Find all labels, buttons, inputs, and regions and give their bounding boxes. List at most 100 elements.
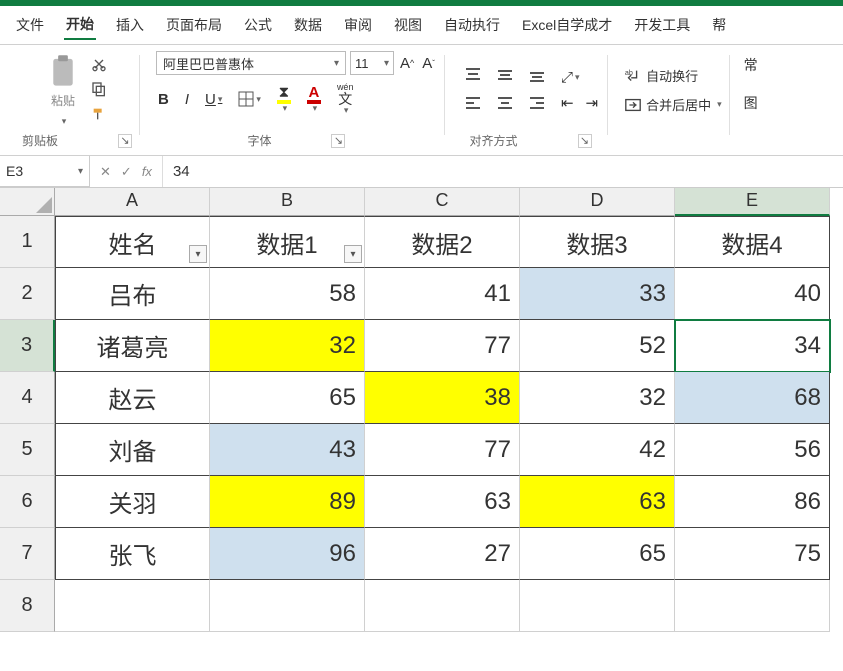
cell-empty[interactable]: [55, 580, 210, 632]
cell-name[interactable]: 关羽: [55, 476, 210, 528]
number-format-partial[interactable]: 常: [744, 55, 758, 75]
align-center-icon[interactable]: [493, 92, 517, 114]
cell-data[interactable]: 42: [520, 424, 675, 476]
copy-icon[interactable]: [90, 81, 108, 100]
cell-data[interactable]: 38: [365, 372, 520, 424]
col-header-E[interactable]: E: [675, 188, 830, 216]
menu-item-5[interactable]: 数据: [292, 11, 324, 39]
menu-item-7[interactable]: 视图: [392, 11, 424, 39]
menu-item-1[interactable]: 开始: [64, 10, 96, 40]
format-painter-icon[interactable]: [90, 106, 108, 125]
italic-button[interactable]: I: [183, 91, 191, 108]
header-cell[interactable]: 数据1▾: [210, 216, 365, 268]
cell-data[interactable]: 32: [520, 372, 675, 424]
orientation-button[interactable]: ⤢: [559, 69, 600, 86]
row-header-3[interactable]: 3: [0, 320, 55, 372]
header-cell[interactable]: 数据2: [365, 216, 520, 268]
formula-input[interactable]: 34: [163, 156, 843, 187]
cell-data[interactable]: 56: [675, 424, 830, 476]
fx-icon[interactable]: fx: [142, 164, 152, 179]
cell-data[interactable]: 89: [210, 476, 365, 528]
header-cell[interactable]: 姓名▾: [55, 216, 210, 268]
cell-data[interactable]: 77: [365, 424, 520, 476]
align-middle-icon[interactable]: [493, 64, 517, 86]
font-size-select[interactable]: 11▾: [350, 51, 394, 75]
cell-empty[interactable]: [675, 580, 830, 632]
cell-data[interactable]: 33: [520, 268, 675, 320]
alignment-launcher-icon[interactable]: ↘: [578, 134, 592, 148]
row-header-8[interactable]: 8: [0, 580, 55, 632]
menu-item-3[interactable]: 页面布局: [164, 11, 224, 39]
cell-name[interactable]: 诸葛亮: [55, 320, 210, 372]
menu-item-4[interactable]: 公式: [242, 11, 274, 39]
align-top-icon[interactable]: [461, 64, 485, 86]
cell-data[interactable]: 40: [675, 268, 830, 320]
row-header-2[interactable]: 2: [0, 268, 55, 320]
col-header-B[interactable]: B: [210, 188, 365, 216]
bold-button[interactable]: B: [156, 91, 171, 108]
phonetic-button[interactable]: wén文: [335, 83, 356, 115]
formula-confirm-icon[interactable]: ✓: [121, 164, 132, 180]
cell-data[interactable]: 65: [520, 528, 675, 580]
font-name-select[interactable]: 阿里巴巴普惠体▾: [156, 51, 346, 75]
border-button[interactable]: [236, 91, 263, 107]
formula-cancel-icon[interactable]: ✕: [100, 164, 111, 180]
row-header-6[interactable]: 6: [0, 476, 55, 528]
menu-item-overflow[interactable]: 帮: [710, 11, 728, 39]
cell-empty[interactable]: [365, 580, 520, 632]
col-header-A[interactable]: A: [55, 188, 210, 216]
menu-item-6[interactable]: 审阅: [342, 11, 374, 39]
menu-item-9[interactable]: Excel自学成才: [520, 11, 614, 39]
align-right-icon[interactable]: [525, 92, 549, 114]
align-bottom-icon[interactable]: [525, 64, 549, 86]
menu-item-8[interactable]: 自动执行: [442, 11, 502, 39]
row-header-5[interactable]: 5: [0, 424, 55, 476]
underline-button[interactable]: U: [203, 91, 224, 108]
cell-empty[interactable]: [520, 580, 675, 632]
cell-data[interactable]: 77: [365, 320, 520, 372]
cell-name[interactable]: 赵云: [55, 372, 210, 424]
cell-data[interactable]: 41: [365, 268, 520, 320]
spreadsheet-grid[interactable]: ABCDE1姓名▾数据1▾数据2数据3数据42吕布584133403诸葛亮327…: [0, 188, 843, 632]
menu-item-2[interactable]: 插入: [114, 11, 146, 39]
name-box[interactable]: E3▾: [0, 156, 90, 187]
filter-icon[interactable]: ▾: [189, 245, 207, 263]
cell-data[interactable]: 32: [210, 320, 365, 372]
cell-name[interactable]: 吕布: [55, 268, 210, 320]
fill-color-button[interactable]: ⧗: [275, 85, 293, 113]
font-color-button[interactable]: A: [305, 85, 323, 113]
cell-data[interactable]: 68: [675, 372, 830, 424]
wrap-text-button[interactable]: ab 自动换行: [624, 66, 722, 85]
decrease-font-icon[interactable]: Aˇ: [420, 55, 437, 72]
cell-data[interactable]: 43: [210, 424, 365, 476]
cell-data[interactable]: 96: [210, 528, 365, 580]
format-partial[interactable]: 图: [744, 93, 758, 113]
increase-indent-icon[interactable]: ⇥: [584, 94, 601, 112]
cell-data[interactable]: 27: [365, 528, 520, 580]
font-launcher-icon[interactable]: ↘: [331, 134, 345, 148]
row-header-7[interactable]: 7: [0, 528, 55, 580]
cell-data[interactable]: 65: [210, 372, 365, 424]
cell-data[interactable]: 58: [210, 268, 365, 320]
cell-empty[interactable]: [210, 580, 365, 632]
col-header-D[interactable]: D: [520, 188, 675, 216]
select-all-corner[interactable]: [0, 188, 55, 216]
cell-data[interactable]: 34: [675, 320, 830, 372]
cell-data[interactable]: 75: [675, 528, 830, 580]
clipboard-launcher-icon[interactable]: ↘: [118, 134, 132, 148]
header-cell[interactable]: 数据4: [675, 216, 830, 268]
col-header-C[interactable]: C: [365, 188, 520, 216]
filter-icon[interactable]: ▾: [344, 245, 362, 263]
row-header-4[interactable]: 4: [0, 372, 55, 424]
cell-data[interactable]: 86: [675, 476, 830, 528]
increase-font-icon[interactable]: A^: [398, 55, 416, 72]
decrease-indent-icon[interactable]: ⇤: [559, 94, 576, 112]
cell-data[interactable]: 52: [520, 320, 675, 372]
merge-center-button[interactable]: 合并后居中: [624, 95, 722, 114]
row-header-1[interactable]: 1: [0, 216, 55, 268]
cell-data[interactable]: 63: [365, 476, 520, 528]
cell-name[interactable]: 张飞: [55, 528, 210, 580]
menu-item-0[interactable]: 文件: [14, 11, 46, 39]
cell-data[interactable]: 63: [520, 476, 675, 528]
paste-button[interactable]: 粘贴: [46, 52, 80, 129]
